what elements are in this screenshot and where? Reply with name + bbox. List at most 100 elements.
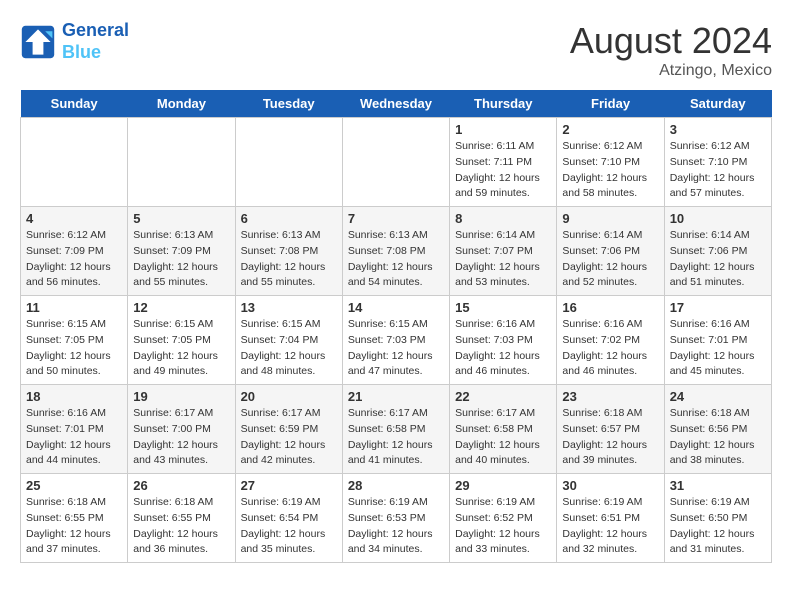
day-header-saturday: Saturday — [664, 90, 771, 118]
day-number: 8 — [455, 211, 551, 226]
day-number: 17 — [670, 300, 766, 315]
day-number: 31 — [670, 478, 766, 493]
day-info: Sunrise: 6:12 AM Sunset: 7:10 PM Dayligh… — [670, 139, 766, 202]
day-number: 27 — [241, 478, 337, 493]
calendar-cell: 22 Sunrise: 6:17 AM Sunset: 6:58 PM Dayli… — [450, 385, 557, 474]
calendar-cell: 24 Sunrise: 6:18 AM Sunset: 6:56 PM Dayli… — [664, 385, 771, 474]
day-info: Sunrise: 6:19 AM Sunset: 6:54 PM Dayligh… — [241, 495, 337, 558]
day-number: 21 — [348, 389, 444, 404]
page-header: General Blue August 2024 Atzingo, Mexico — [20, 20, 772, 80]
calendar-cell: 9Sunrise: 6:14 AM Sunset: 7:06 PM Daylig… — [557, 207, 664, 296]
day-number: 16 — [562, 300, 658, 315]
logo: General Blue — [20, 20, 129, 63]
day-info: Sunrise: 6:19 AM Sunset: 6:52 PM Dayligh… — [455, 495, 551, 558]
calendar-cell: 21 Sunrise: 6:17 AM Sunset: 6:58 PM Dayli… — [342, 385, 449, 474]
day-info: Sunrise: 6:16 AM Sunset: 7:01 PM Dayligh… — [26, 406, 122, 469]
day-number: 28 — [348, 478, 444, 493]
day-number: 20 — [241, 389, 337, 404]
calendar-cell: 31 Sunrise: 6:19 AM Sunset: 6:50 PM Dayli… — [664, 474, 771, 563]
calendar-cell: 27 Sunrise: 6:19 AM Sunset: 6:54 PM Dayli… — [235, 474, 342, 563]
day-info: Sunrise: 6:19 AM Sunset: 6:51 PM Dayligh… — [562, 495, 658, 558]
day-info: Sunrise: 6:13 AM Sunset: 7:08 PM Dayligh… — [241, 228, 337, 291]
day-number: 30 — [562, 478, 658, 493]
calendar-cell: 20 Sunrise: 6:17 AM Sunset: 6:59 PM Dayli… — [235, 385, 342, 474]
day-info: Sunrise: 6:18 AM Sunset: 6:55 PM Dayligh… — [133, 495, 229, 558]
day-header-monday: Monday — [128, 90, 235, 118]
day-number: 14 — [348, 300, 444, 315]
day-info: Sunrise: 6:15 AM Sunset: 7:05 PM Dayligh… — [133, 317, 229, 380]
calendar-cell: 28 Sunrise: 6:19 AM Sunset: 6:53 PM Dayli… — [342, 474, 449, 563]
day-number: 13 — [241, 300, 337, 315]
calendar-cell: 19Sunrise: 6:17 AM Sunset: 7:00 PM Dayli… — [128, 385, 235, 474]
day-header-friday: Friday — [557, 90, 664, 118]
page-subtitle: Atzingo, Mexico — [570, 62, 772, 80]
day-number: 22 — [455, 389, 551, 404]
day-info: Sunrise: 6:12 AM Sunset: 7:10 PM Dayligh… — [562, 139, 658, 202]
calendar-cell: 14Sunrise: 6:15 AM Sunset: 7:03 PM Dayli… — [342, 296, 449, 385]
calendar-cell — [342, 118, 449, 207]
calendar-cell: 30 Sunrise: 6:19 AM Sunset: 6:51 PM Dayli… — [557, 474, 664, 563]
calendar-cell: 17Sunrise: 6:16 AM Sunset: 7:01 PM Dayli… — [664, 296, 771, 385]
calendar-cell — [128, 118, 235, 207]
day-number: 7 — [348, 211, 444, 226]
day-info: Sunrise: 6:17 AM Sunset: 7:00 PM Dayligh… — [133, 406, 229, 469]
calendar-cell: 6 Sunrise: 6:13 AM Sunset: 7:08 PM Daylig… — [235, 207, 342, 296]
calendar-cell: 13 Sunrise: 6:15 AM Sunset: 7:04 PM Dayli… — [235, 296, 342, 385]
day-number: 15 — [455, 300, 551, 315]
day-info: Sunrise: 6:15 AM Sunset: 7:05 PM Dayligh… — [26, 317, 122, 380]
day-number: 12 — [133, 300, 229, 315]
day-number: 26 — [133, 478, 229, 493]
day-number: 1 — [455, 122, 551, 137]
logo-line1: General — [62, 20, 129, 40]
week-row-5: 25 Sunrise: 6:18 AM Sunset: 6:55 PM Dayli… — [21, 474, 772, 563]
day-number: 23 — [562, 389, 658, 404]
day-info: Sunrise: 6:16 AM Sunset: 7:02 PM Dayligh… — [562, 317, 658, 380]
day-number: 25 — [26, 478, 122, 493]
day-info: Sunrise: 6:19 AM Sunset: 6:53 PM Dayligh… — [348, 495, 444, 558]
day-number: 18 — [26, 389, 122, 404]
logo-icon — [20, 24, 56, 60]
calendar-cell: 1 Sunrise: 6:11 AM Sunset: 7:11 PM Daylig… — [450, 118, 557, 207]
calendar-cell: 12 Sunrise: 6:15 AM Sunset: 7:05 PM Dayli… — [128, 296, 235, 385]
day-number: 29 — [455, 478, 551, 493]
calendar-cell: 4 Sunrise: 6:12 AM Sunset: 7:09 PM Daylig… — [21, 207, 128, 296]
day-header-tuesday: Tuesday — [235, 90, 342, 118]
day-info: Sunrise: 6:15 AM Sunset: 7:04 PM Dayligh… — [241, 317, 337, 380]
day-info: Sunrise: 6:19 AM Sunset: 6:50 PM Dayligh… — [670, 495, 766, 558]
day-headers-row: SundayMondayTuesdayWednesdayThursdayFrid… — [21, 90, 772, 118]
day-number: 9 — [562, 211, 658, 226]
calendar-cell: 26 Sunrise: 6:18 AM Sunset: 6:55 PM Dayli… — [128, 474, 235, 563]
calendar-table: SundayMondayTuesdayWednesdayThursdayFrid… — [20, 90, 772, 563]
calendar-cell: 18 Sunrise: 6:16 AM Sunset: 7:01 PM Dayli… — [21, 385, 128, 474]
day-number: 4 — [26, 211, 122, 226]
calendar-cell: 10Sunrise: 6:14 AM Sunset: 7:06 PM Dayli… — [664, 207, 771, 296]
calendar-cell — [235, 118, 342, 207]
day-info: Sunrise: 6:12 AM Sunset: 7:09 PM Dayligh… — [26, 228, 122, 291]
calendar-cell: 11Sunrise: 6:15 AM Sunset: 7:05 PM Dayli… — [21, 296, 128, 385]
week-row-1: 1 Sunrise: 6:11 AM Sunset: 7:11 PM Daylig… — [21, 118, 772, 207]
title-section: August 2024 Atzingo, Mexico — [570, 20, 772, 80]
day-info: Sunrise: 6:18 AM Sunset: 6:56 PM Dayligh… — [670, 406, 766, 469]
day-header-wednesday: Wednesday — [342, 90, 449, 118]
day-info: Sunrise: 6:13 AM Sunset: 7:08 PM Dayligh… — [348, 228, 444, 291]
calendar-cell: 7 Sunrise: 6:13 AM Sunset: 7:08 PM Daylig… — [342, 207, 449, 296]
day-info: Sunrise: 6:18 AM Sunset: 6:57 PM Dayligh… — [562, 406, 658, 469]
day-header-thursday: Thursday — [450, 90, 557, 118]
day-header-sunday: Sunday — [21, 90, 128, 118]
day-info: Sunrise: 6:17 AM Sunset: 6:58 PM Dayligh… — [455, 406, 551, 469]
page-title: August 2024 — [570, 20, 772, 62]
calendar-cell: 3Sunrise: 6:12 AM Sunset: 7:10 PM Daylig… — [664, 118, 771, 207]
week-row-2: 4 Sunrise: 6:12 AM Sunset: 7:09 PM Daylig… — [21, 207, 772, 296]
day-number: 6 — [241, 211, 337, 226]
logo-line2: Blue — [62, 42, 129, 64]
day-number: 24 — [670, 389, 766, 404]
calendar-cell: 5Sunrise: 6:13 AM Sunset: 7:09 PM Daylig… — [128, 207, 235, 296]
calendar-cell: 2 Sunrise: 6:12 AM Sunset: 7:10 PM Daylig… — [557, 118, 664, 207]
calendar-cell: 16 Sunrise: 6:16 AM Sunset: 7:02 PM Dayli… — [557, 296, 664, 385]
day-number: 10 — [670, 211, 766, 226]
day-info: Sunrise: 6:11 AM Sunset: 7:11 PM Dayligh… — [455, 139, 551, 202]
day-number: 2 — [562, 122, 658, 137]
day-info: Sunrise: 6:17 AM Sunset: 6:58 PM Dayligh… — [348, 406, 444, 469]
day-info: Sunrise: 6:17 AM Sunset: 6:59 PM Dayligh… — [241, 406, 337, 469]
calendar-cell: 23 Sunrise: 6:18 AM Sunset: 6:57 PM Dayli… — [557, 385, 664, 474]
